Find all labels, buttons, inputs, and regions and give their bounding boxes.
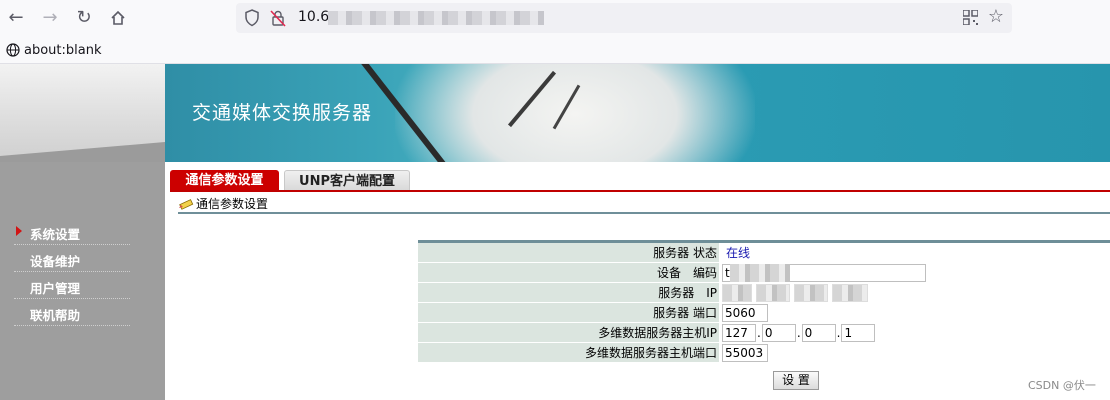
redacted-area [730, 264, 790, 282]
active-arrow-icon [16, 226, 22, 236]
host-ip-octet-4[interactable] [841, 323, 876, 342]
sidebar-menu: 系统设置 设备维护 用户管理 联机帮助 [14, 218, 130, 326]
form-row-server-port: 服务器 端口 [418, 303, 1110, 323]
header-banner: 交通媒体交换服务器 [165, 64, 1110, 162]
form-row-host-port: 多维数据服务器主机端口 [418, 343, 1110, 363]
app-title: 交通媒体交换服务器 [192, 102, 373, 124]
field-label: 服务器 状态 [418, 243, 720, 262]
host-ip-octet-1[interactable] [722, 323, 756, 342]
field-label: 多维数据服务器主机IP [418, 323, 720, 342]
field-label: 服务器 IP [418, 283, 720, 302]
sidebar: 系统设置 设备维护 用户管理 联机帮助 [0, 162, 165, 400]
breadcrumb-divider [178, 212, 1110, 214]
server-ip-octet-1[interactable] [722, 283, 752, 302]
form-row-server-ip: 服务器 IP [418, 283, 1110, 303]
tab-unp-client-config[interactable]: UNP客户端配置 [284, 170, 410, 190]
watermark: CSDN @伏一 [1028, 379, 1096, 392]
form-row-host-ip: 多维数据服务器主机IP . . . [418, 323, 1110, 343]
form-row-status: 服务器 状态 在线 [418, 243, 1110, 263]
tab-comm-params[interactable]: 通信参数设置 [170, 170, 279, 190]
field-label: 设备 编码 [418, 263, 720, 282]
pencil-icon [179, 199, 194, 210]
globe-icon [6, 43, 20, 57]
address-bar[interactable]: 10.6 ☆ [236, 3, 1012, 33]
server-ip-octet-4[interactable] [832, 283, 868, 302]
url-redacted [328, 11, 544, 25]
sidebar-item-device-maintenance[interactable]: 设备维护 [14, 245, 130, 272]
server-ip-octet-3[interactable] [794, 283, 828, 302]
server-port-field[interactable] [722, 303, 768, 322]
sidebar-item-label: 用户管理 [30, 281, 81, 296]
server-ip-octet-2[interactable] [756, 283, 790, 302]
sidebar-item-label: 设备维护 [30, 254, 81, 269]
sidebar-item-online-help[interactable]: 联机帮助 [14, 299, 130, 326]
sidebar-item-user-management[interactable]: 用户管理 [14, 272, 130, 299]
set-button[interactable]: 设 置 [773, 371, 819, 390]
field-label: 服务器 端口 [418, 303, 720, 322]
host-ip-octet-2[interactable] [761, 323, 796, 342]
forward-icon[interactable]: → [36, 5, 64, 31]
qr-code-icon[interactable] [963, 10, 978, 25]
status-value: 在线 [726, 246, 751, 260]
back-icon[interactable]: ← [2, 5, 30, 31]
home-icon[interactable] [104, 5, 132, 31]
insecure-lock-icon[interactable] [270, 9, 286, 27]
url-text: 10.6 [298, 9, 330, 25]
browser-toolbar: ← → ↻ 10.6 ☆ about:blank [0, 0, 1110, 64]
sidebar-item-label: 联机帮助 [30, 308, 81, 323]
reload-icon[interactable]: ↻ [70, 5, 98, 31]
host-ip-octet-3[interactable] [801, 323, 836, 342]
bookmark-label: about:blank [24, 42, 102, 58]
bookmark-item[interactable]: about:blank [6, 41, 102, 59]
host-port-field[interactable] [722, 343, 768, 362]
tab-underline [170, 190, 1110, 192]
shield-icon[interactable] [244, 9, 260, 27]
bookmark-star-icon[interactable]: ☆ [988, 6, 1004, 27]
sidebar-header [0, 64, 165, 162]
comm-params-form: 服务器 状态 在线 设备 编码 服务器 IP 服务器 端口 多维数据服务器主机I… [418, 240, 1110, 363]
sidebar-item-system-settings[interactable]: 系统设置 [14, 218, 130, 245]
sidebar-item-label: 系统设置 [30, 227, 81, 242]
breadcrumb: 通信参数设置 [178, 194, 268, 212]
form-row-device-code: 设备 编码 [418, 263, 1110, 283]
field-label: 多维数据服务器主机端口 [418, 343, 720, 362]
breadcrumb-label: 通信参数设置 [196, 196, 269, 211]
